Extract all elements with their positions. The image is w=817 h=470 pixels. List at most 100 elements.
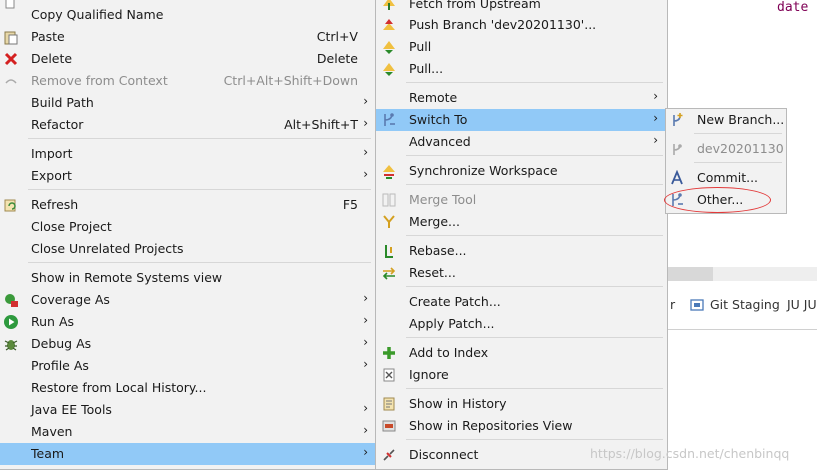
menu-item-label: Profile As — [31, 358, 89, 373]
menu-item-switch-to[interactable]: Switch To › — [376, 109, 667, 131]
menu-item-label: Push Branch 'dev20201130'... — [409, 17, 597, 32]
menu-item-restore-local-history[interactable]: Restore from Local History... — [0, 377, 375, 399]
menu-item-fetch-from-upstream[interactable]: Fetch from Upstream — [376, 0, 667, 15]
menu-separator — [694, 162, 782, 163]
editor-code-fragment: date — [777, 0, 809, 15]
run-icon — [4, 315, 18, 329]
chevron-right-icon: › — [363, 167, 368, 181]
menu-item-label: Pull... — [409, 61, 444, 76]
menu-item-team[interactable]: Team › — [0, 443, 375, 465]
menu-item-rebase[interactable]: Rebase... — [376, 240, 667, 262]
menu-item-run-as[interactable]: Run As › — [0, 311, 375, 333]
menu-item-profile-as[interactable]: Profile As › — [0, 355, 375, 377]
menu-item-show-in-repositories-view[interactable]: Show in Repositories View — [376, 415, 667, 437]
chevron-right-icon: › — [363, 423, 368, 437]
chevron-right-icon: › — [653, 111, 658, 125]
editor-scrollbar-thumb — [668, 267, 713, 281]
menu-item-show-in-remote-systems[interactable]: Show in Remote Systems view — [0, 267, 375, 289]
menu-item-label: Switch To — [409, 112, 468, 127]
menu-item-ignore[interactable]: Ignore — [376, 364, 667, 386]
menu-separator — [406, 439, 663, 440]
menu-item-label: Run As — [31, 314, 75, 329]
menu-item-show-in-history[interactable]: Show in History — [376, 393, 667, 415]
menu-item-add-to-index[interactable]: Add to Index — [376, 342, 667, 364]
menu-item-pull[interactable]: Pull — [376, 36, 667, 58]
chevron-right-icon: › — [363, 445, 368, 459]
menu-item-remove-from-context[interactable]: Remove from Context Ctrl+Alt+Shift+Down — [0, 70, 375, 92]
new-branch-icon — [673, 113, 683, 126]
menu-item-apply-patch[interactable]: Apply Patch... — [376, 313, 667, 335]
menu-item-label: Commit... — [697, 170, 759, 185]
history-icon — [383, 397, 395, 411]
menu-item-label: Java EE Tools — [31, 402, 112, 417]
chevron-right-icon: › — [363, 145, 368, 159]
menu-item-commit[interactable]: Commit... — [666, 167, 786, 189]
menu-item-paste[interactable]: Paste Ctrl+V — [0, 26, 375, 48]
view-tab-fragment: r — [670, 297, 676, 312]
menu-item-copy-qualified-name[interactable]: Copy Qualified Name — [0, 4, 375, 26]
menu-item-label: Delete — [31, 51, 73, 66]
paste-icon — [4, 31, 18, 45]
chevron-right-icon: › — [363, 94, 368, 108]
fetch-icon — [383, 0, 395, 10]
menu-separator — [406, 286, 663, 287]
menu-item-label: Restore from Local History... — [31, 380, 207, 395]
menu-item-coverage-as[interactable]: Coverage As › — [0, 289, 375, 311]
menu-item-pull-dialog[interactable]: Pull... — [376, 58, 667, 80]
menu-item-label: Import — [31, 146, 73, 161]
menu-item-debug-as[interactable]: Debug As › — [0, 333, 375, 355]
menu-separator — [28, 189, 371, 190]
merge-icon — [383, 215, 395, 228]
menu-item-close-project[interactable]: Close Project — [0, 216, 375, 238]
chevron-right-icon: › — [363, 313, 368, 327]
watermark: https://blog.csdn.net/chenbinqq — [590, 446, 790, 461]
chevron-right-icon: › — [363, 291, 368, 305]
menu-item-merge-tool[interactable]: Merge Tool — [376, 189, 667, 211]
menu-item-reset[interactable]: Reset... — [376, 262, 667, 284]
disconnect-icon — [383, 449, 395, 461]
menu-item-label: Maven — [31, 424, 73, 439]
pull-icon — [383, 41, 395, 54]
menu-item-label: Reset... — [409, 265, 456, 280]
chevron-right-icon: › — [363, 116, 368, 130]
team-submenu: Fetch from Upstream Push Branch 'dev2020… — [375, 0, 668, 470]
menu-separator — [694, 133, 782, 134]
push-icon — [383, 19, 395, 30]
context-menu: Copy Qualified Name Paste Ctrl+V Delete … — [0, 0, 376, 470]
menu-item-maven[interactable]: Maven › — [0, 421, 375, 443]
menu-item-label: Add to Index — [409, 345, 489, 360]
menu-item-delete[interactable]: Delete Delete — [0, 48, 375, 70]
menu-item-branch-dev20201130[interactable]: dev20201130 — [666, 138, 786, 160]
menu-item-new-branch[interactable]: New Branch... — [666, 109, 786, 131]
tab-junit[interactable]: JU JU — [787, 297, 817, 312]
synchronize-icon — [383, 165, 395, 179]
menu-separator — [406, 184, 663, 185]
reset-icon — [382, 267, 396, 280]
menu-item-import[interactable]: Import › — [0, 143, 375, 165]
refresh-icon — [4, 199, 16, 212]
menu-item-create-patch[interactable]: Create Patch... — [376, 291, 667, 313]
shortcut-label: Ctrl+Alt+Shift+Down — [223, 73, 358, 88]
menu-item-label: New Branch... — [697, 112, 785, 127]
menu-item-advanced[interactable]: Advanced › — [376, 131, 667, 153]
menu-item-close-unrelated-projects[interactable]: Close Unrelated Projects — [0, 238, 375, 260]
menu-separator — [406, 235, 663, 236]
menu-item-remote[interactable]: Remote › — [376, 87, 667, 109]
menu-item-merge[interactable]: Merge... — [376, 211, 667, 233]
git-repository-icon — [382, 420, 396, 432]
menu-item-synchronize-workspace[interactable]: Synchronize Workspace — [376, 160, 667, 182]
menu-item-export[interactable]: Export › — [0, 165, 375, 187]
menu-item-refresh[interactable]: Refresh F5 — [0, 194, 375, 216]
chevron-right-icon: › — [363, 357, 368, 371]
menu-separator — [28, 138, 371, 139]
menu-item-build-path[interactable]: Build Path › — [0, 92, 375, 114]
menu-item-label: Fetch from Upstream — [409, 0, 541, 11]
chevron-right-icon: › — [653, 133, 658, 147]
menu-item-refactor[interactable]: Refactor Alt+Shift+T › — [0, 114, 375, 136]
pull-dialog-icon — [383, 63, 395, 76]
menu-item-java-ee-tools[interactable]: Java EE Tools › — [0, 399, 375, 421]
menu-item-push-branch[interactable]: Push Branch 'dev20201130'... — [376, 14, 667, 36]
menu-separator — [406, 82, 663, 83]
tab-git-staging[interactable]: Git Staging — [710, 297, 780, 312]
menu-separator — [406, 337, 663, 338]
